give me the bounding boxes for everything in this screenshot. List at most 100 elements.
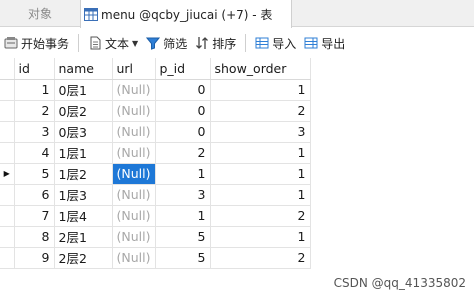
row-selector[interactable] [0,142,15,164]
cell-name[interactable]: 2层1 [54,226,113,248]
import-label: 导入 [272,36,297,51]
toolbar-divider [78,34,80,52]
import-icon [255,37,269,49]
cell-url[interactable]: (Null) [112,247,156,269]
cell-id[interactable]: 2 [14,100,55,122]
column-header-p-id[interactable]: p_id [155,58,211,80]
import-button[interactable]: 导入 [251,32,300,54]
export-button[interactable]: 导出 [300,32,349,54]
cell-url-selected[interactable]: (Null) [112,163,156,185]
cell-p-id[interactable]: 5 [155,247,211,269]
cell-show-order[interactable]: 1 [210,79,311,101]
cell-show-order[interactable]: 2 [210,205,311,227]
cell-url[interactable]: (Null) [112,205,156,227]
watermark: CSDN @qq_41335802 [333,276,466,290]
cell-show-order[interactable]: 2 [210,100,311,122]
cell-name[interactable]: 0层1 [54,79,113,101]
table-row[interactable]: 7 1层4 (Null) 1 2 [0,205,311,227]
cell-id[interactable]: 5 [14,163,55,185]
sort-button[interactable]: 排序 [191,32,240,54]
cell-p-id[interactable]: 5 [155,226,211,248]
row-selector[interactable] [0,100,15,122]
cell-p-id[interactable]: 0 [155,100,211,122]
filter-label: 筛选 [163,36,188,51]
cell-url[interactable]: (Null) [112,142,156,164]
cell-p-id[interactable]: 0 [155,79,211,101]
row-header-corner [0,58,15,80]
cell-id[interactable]: 3 [14,121,55,143]
export-icon [304,37,318,49]
cell-url[interactable]: (Null) [112,184,156,206]
table-row[interactable]: 8 2层1 (Null) 5 1 [0,226,311,248]
column-header-name[interactable]: name [54,58,113,80]
table-row[interactable]: 4 1层1 (Null) 2 1 [0,142,311,164]
cell-id[interactable]: 8 [14,226,55,248]
text-view-label: 文本 [105,36,130,51]
tab-bar: 对象 menu @qcby_jiucai (+7) - 表 [0,0,474,28]
filter-button[interactable]: 筛选 [142,32,191,54]
data-grid: id name url p_id show_order 1 0层1 (Null)… [0,58,474,269]
cell-show-order[interactable]: 1 [210,184,311,206]
cell-url[interactable]: (Null) [112,121,156,143]
export-label: 导出 [321,36,346,51]
menu-table: id name url p_id show_order 1 0层1 (Null)… [0,58,311,269]
row-selector[interactable] [0,184,15,206]
cell-url[interactable]: (Null) [112,100,156,122]
cell-name[interactable]: 0层3 [54,121,113,143]
table-icon [84,7,98,21]
cell-name[interactable]: 1层2 [54,163,113,185]
row-selector[interactable] [0,205,15,227]
header-row: id name url p_id show_order [0,58,311,80]
row-selector[interactable] [0,226,15,248]
cell-name[interactable]: 1层3 [54,184,113,206]
row-selector[interactable] [0,121,15,143]
cell-name[interactable]: 1层1 [54,142,113,164]
cell-p-id[interactable]: 2 [155,142,211,164]
column-header-url[interactable]: url [112,58,156,80]
column-header-show-order[interactable]: show_order [210,58,311,80]
cell-show-order[interactable]: 3 [210,121,311,143]
cell-show-order[interactable]: 1 [210,163,311,185]
transaction-icon [4,37,18,49]
begin-transaction-label: 开始事务 [21,36,70,51]
table-row[interactable]: 9 2层2 (Null) 5 2 [0,247,311,269]
cell-p-id[interactable]: 1 [155,163,211,185]
cell-id[interactable]: 1 [14,79,55,101]
table-row-current[interactable]: ▶ 5 1层2 (Null) 1 1 [0,163,311,185]
cell-show-order[interactable]: 1 [210,226,311,248]
current-row-arrow-icon[interactable]: ▶ [0,163,15,185]
cell-p-id[interactable]: 3 [155,184,211,206]
toolbar: 开始事务 文本 ▼ 筛选 排序 导入 导出 [0,28,474,58]
column-header-id[interactable]: id [14,58,55,80]
cell-id[interactable]: 7 [14,205,55,227]
toolbar-divider [245,34,247,52]
cell-id[interactable]: 4 [14,142,55,164]
sort-icon [196,37,209,49]
cell-id[interactable]: 9 [14,247,55,269]
table-row[interactable]: 1 0层1 (Null) 0 1 [0,79,311,101]
cell-show-order[interactable]: 2 [210,247,311,269]
table-row[interactable]: 6 1层3 (Null) 3 1 [0,184,311,206]
cell-name[interactable]: 2层2 [54,247,113,269]
table-row[interactable]: 3 0层3 (Null) 0 3 [0,121,311,143]
sort-label: 排序 [212,36,237,51]
cell-name[interactable]: 1层4 [54,205,113,227]
row-selector[interactable] [0,247,15,269]
cell-url[interactable]: (Null) [112,226,156,248]
chevron-down-icon[interactable]: ▼ [132,39,138,48]
tab-menu-table[interactable]: menu @qcby_jiucai (+7) - 表 [80,0,292,28]
row-selector[interactable] [0,79,15,101]
cell-show-order[interactable]: 1 [210,142,311,164]
text-view-button[interactable]: 文本 ▼ [84,32,142,54]
document-icon [90,36,101,50]
table-row[interactable]: 2 0层2 (Null) 0 2 [0,100,311,122]
cell-name[interactable]: 0层2 [54,100,113,122]
cell-id[interactable]: 6 [14,184,55,206]
begin-transaction-button[interactable]: 开始事务 [0,32,73,54]
tab-objects[interactable]: 对象 [0,0,80,27]
cell-url[interactable]: (Null) [112,79,156,101]
cell-p-id[interactable]: 0 [155,121,211,143]
cell-p-id[interactable]: 1 [155,205,211,227]
filter-icon [146,37,161,50]
tab-menu-table-label: menu @qcby_jiucai (+7) - 表 [101,7,273,22]
